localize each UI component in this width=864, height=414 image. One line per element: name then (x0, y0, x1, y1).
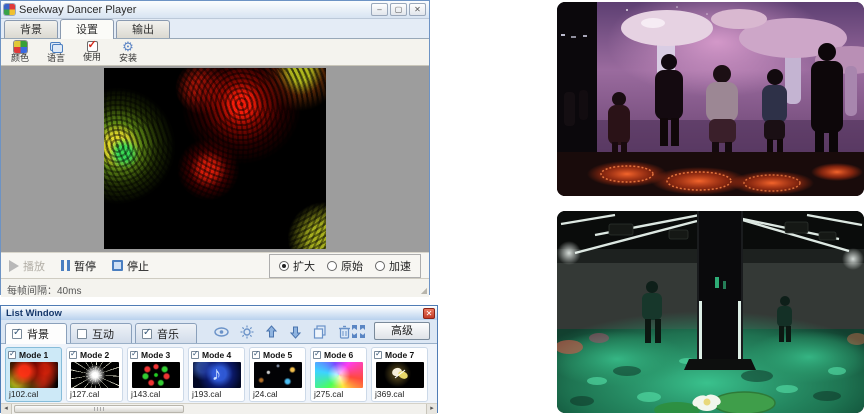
transport-controls: 播放 暂停 停止 (9, 258, 149, 274)
mode-card-4[interactable]: Mode 4 j193.cal (188, 347, 245, 402)
delete-trash-icon[interactable] (338, 325, 351, 339)
list-window-title: List Window (6, 308, 62, 319)
view-options-group: 扩大 原始 加速 (269, 254, 421, 278)
checkbox-icon[interactable] (130, 351, 138, 359)
mode-card-6[interactable]: Mode 6 j275.cal (310, 347, 367, 402)
stop-icon (112, 260, 123, 271)
pause-button[interactable]: 暂停 (61, 258, 96, 274)
pause-icon (61, 260, 70, 271)
player-window-title: Seekway Dancer Player (19, 4, 369, 16)
copy-icon[interactable] (313, 325, 327, 339)
arrange-grid-icon[interactable] (351, 324, 366, 339)
mushroom-photo-art (557, 2, 864, 196)
checkbox-icon[interactable] (374, 351, 382, 359)
mode-card-3[interactable]: Mode 3 j143.cal (127, 347, 184, 402)
advanced-button[interactable]: 高级 (374, 322, 430, 340)
radio-accelerate[interactable]: 加速 (375, 258, 411, 274)
scrollbar-thumb[interactable] (14, 405, 184, 413)
player-titlebar: Seekway Dancer Player – ▢ ✕ (1, 1, 429, 19)
maximize-button[interactable]: ▢ (390, 3, 407, 16)
language-tool-button[interactable]: 语言 (41, 40, 71, 65)
brightness-icon[interactable] (240, 325, 254, 339)
tab-background-list[interactable]: 背景 (5, 323, 67, 344)
minimize-button[interactable]: – (371, 3, 388, 16)
preview-eye-icon[interactable] (214, 326, 229, 338)
checkbox-icon[interactable] (77, 329, 87, 339)
player-control-bar: 播放 暂停 停止 扩大 原始 加速 (1, 252, 429, 278)
mode-thumbnail (376, 362, 424, 388)
tab-interactive-list[interactable]: 互动 (70, 323, 132, 343)
color-palette-icon (14, 41, 27, 53)
play-button[interactable]: 播放 (9, 258, 45, 274)
play-icon (9, 260, 19, 272)
mode-card-7[interactable]: Mode 7 j369.cal (371, 347, 428, 402)
checkbox-icon[interactable] (12, 329, 22, 339)
list-titlebar: List Window ✕ (1, 306, 437, 320)
stop-button[interactable]: 停止 (112, 258, 149, 274)
mode-card-2[interactable]: Mode 2 j127.cal (66, 347, 123, 402)
checkbox-icon[interactable] (313, 351, 321, 359)
move-up-icon[interactable] (265, 325, 278, 339)
tab-music-list[interactable]: 音乐 (135, 323, 197, 343)
checkbox-icon[interactable] (8, 351, 16, 359)
mode-thumbnail (71, 362, 119, 388)
radio-original[interactable]: 原始 (327, 258, 363, 274)
tab-output[interactable]: 输出 (116, 20, 170, 38)
radio-icon (375, 261, 385, 271)
mode-thumbnail (193, 362, 241, 388)
tab-settings[interactable]: 设置 (60, 19, 114, 39)
checkbox-icon[interactable] (191, 351, 199, 359)
player-tab-strip: 背景 设置 输出 (1, 19, 429, 39)
radio-icon (327, 261, 337, 271)
close-button[interactable]: ✕ (409, 3, 426, 16)
lotus-room-photo-art (557, 211, 864, 413)
app-logo-icon (4, 4, 15, 15)
mode-list: Mode 1 j102.cal Mode 2 j127.cal Mode 3 j… (1, 344, 437, 403)
player-window: Seekway Dancer Player – ▢ ✕ 背景 设置 输出 颜色 … (0, 0, 430, 295)
radio-enlarge[interactable]: 扩大 (279, 258, 315, 274)
usage-tool-button[interactable]: 使用 (77, 40, 107, 65)
color-tool-button[interactable]: 颜色 (5, 40, 35, 65)
checkbox-icon[interactable] (252, 351, 260, 359)
checkbox-icon[interactable] (142, 329, 152, 339)
install-tool-button[interactable]: ⚙ 安装 (113, 40, 143, 65)
mode-thumbnail (315, 362, 363, 388)
frame-interval-text: 每帧间隔：40ms (7, 286, 81, 297)
move-down-icon[interactable] (289, 325, 302, 339)
horizontal-scrollbar[interactable]: ◂ ▸ (1, 403, 437, 414)
mode-thumbnail (132, 362, 180, 388)
install-gear-icon: ⚙ (122, 40, 134, 53)
radio-icon (279, 261, 289, 271)
butterfly-icon (390, 366, 410, 384)
mode-card-5[interactable]: Mode 5 j24.cal (249, 347, 306, 402)
effect-preview-canvas (104, 68, 326, 249)
list-right-controls: 高级 (351, 322, 433, 340)
mode-thumbnail (10, 362, 58, 388)
list-tab-strip: 背景 互动 音乐 (1, 320, 437, 344)
resize-grip[interactable]: ◢ (421, 286, 427, 295)
checkbox-icon[interactable] (69, 351, 77, 359)
preview-area (1, 66, 429, 252)
tab-background[interactable]: 背景 (4, 20, 58, 38)
list-toolbar (214, 325, 351, 339)
close-icon[interactable]: ✕ (423, 308, 435, 319)
mode-card-1[interactable]: Mode 1 j102.cal (5, 347, 62, 402)
usage-checkbox-icon (87, 41, 98, 52)
list-window: List Window ✕ 背景 互动 音乐 (0, 305, 438, 413)
mode-thumbnail (254, 362, 302, 388)
photo-mushroom-interactive-floor (557, 2, 864, 196)
language-dialogs-icon (50, 42, 63, 53)
player-toolbar: 颜色 语言 使用 ⚙ 安装 (1, 39, 429, 66)
status-bar: 每帧间隔：40ms ◢ (1, 278, 429, 297)
photo-lotus-led-floor-room (557, 211, 864, 413)
